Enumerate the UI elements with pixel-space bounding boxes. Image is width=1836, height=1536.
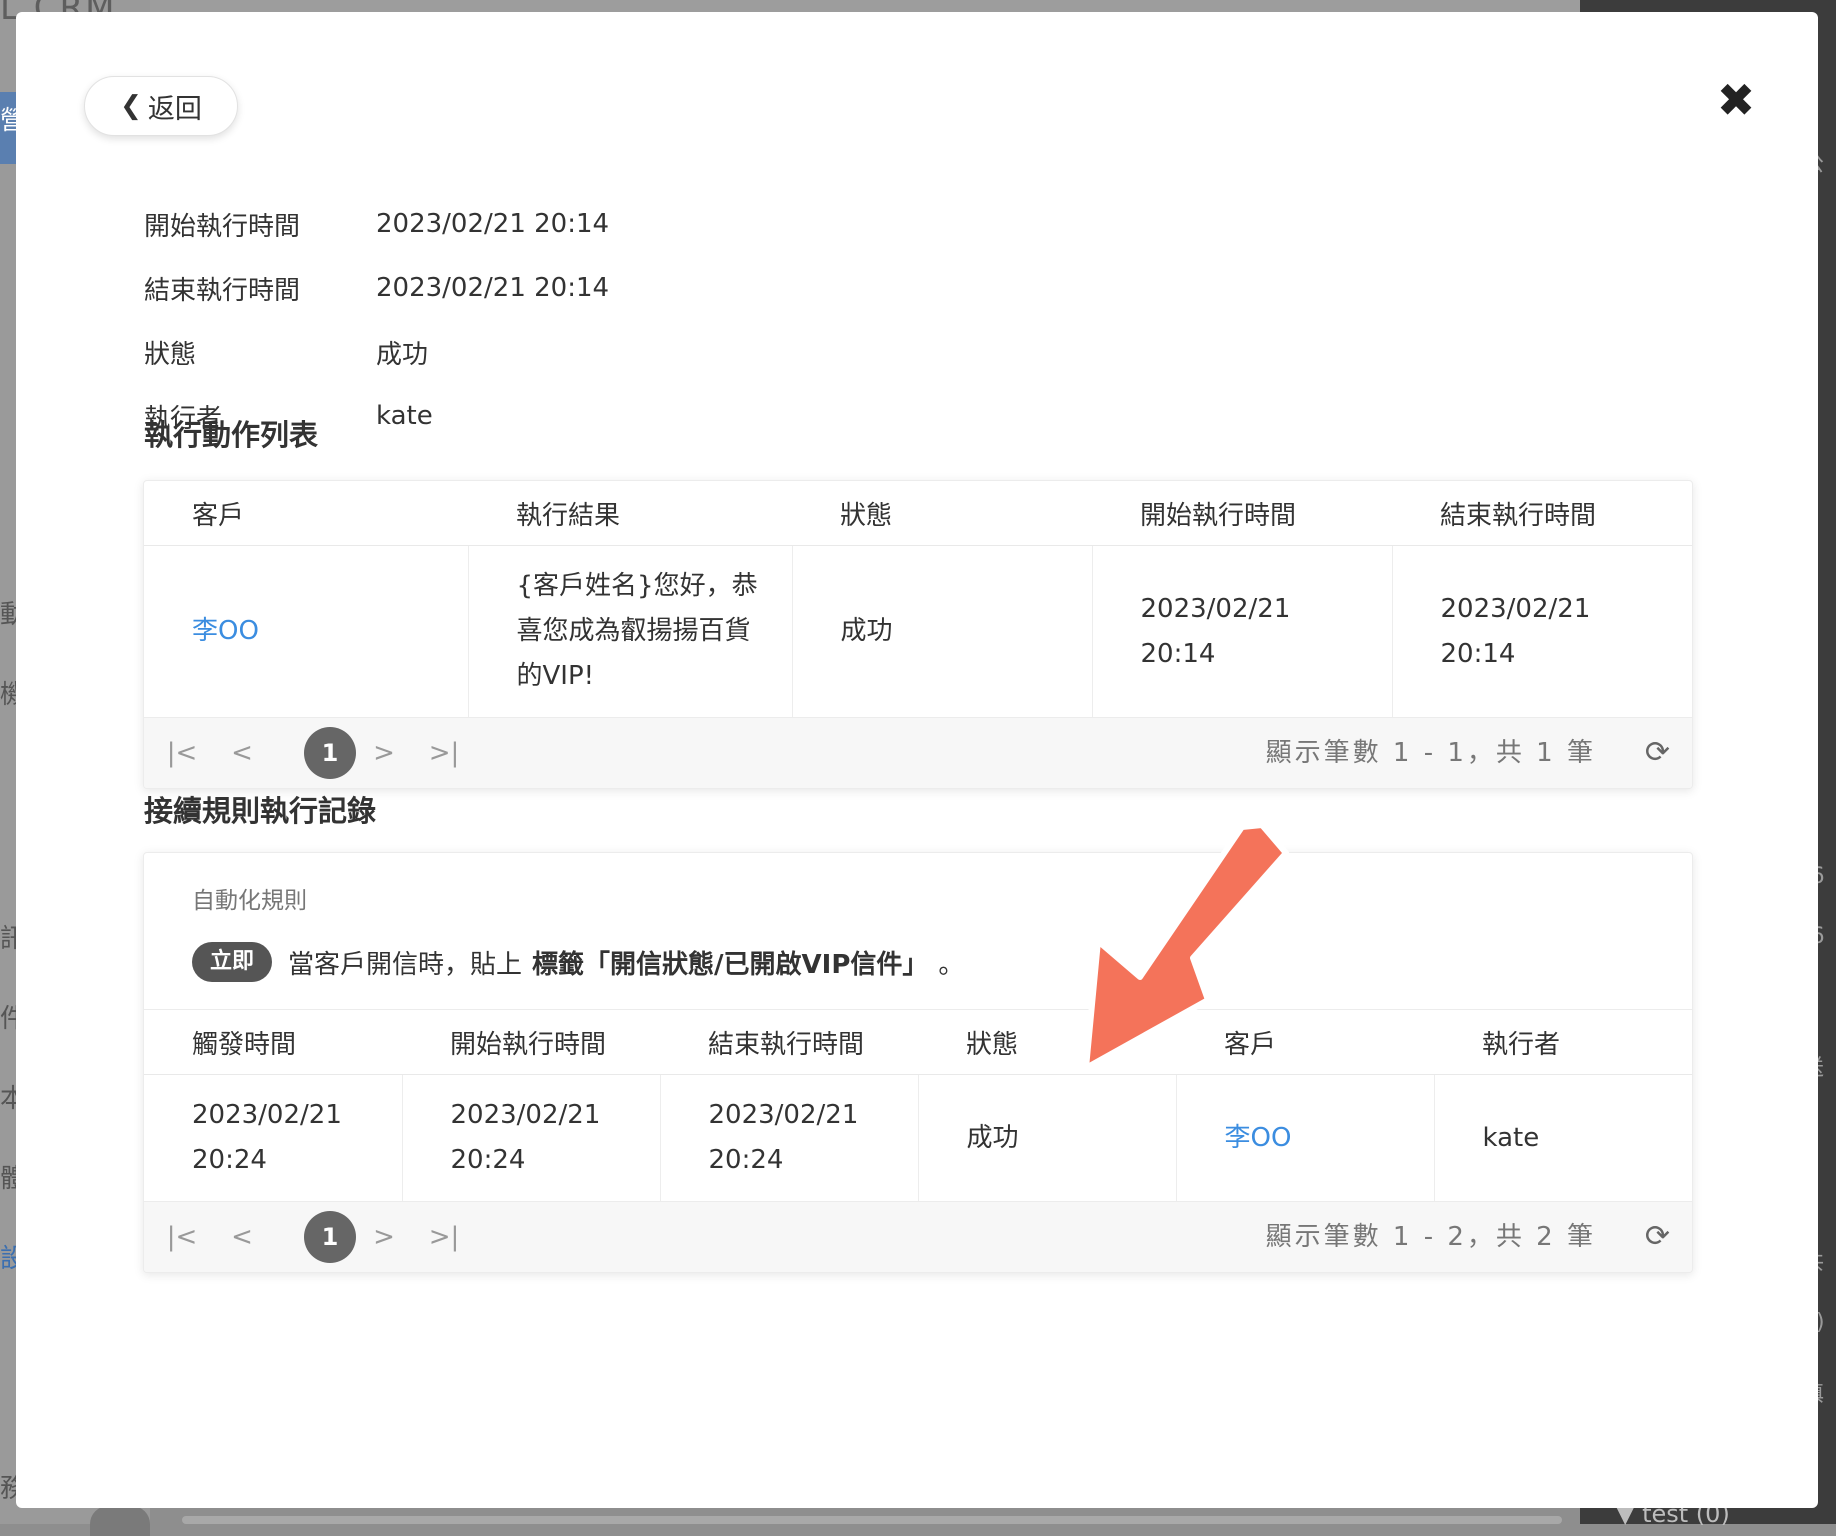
followup-card: 自動化規則 立即 當客戶開信時，貼上 標籤「開信狀態/已開啟VIP信件」 。 觸…: [143, 852, 1693, 1273]
followup-table: 觸發時間 開始執行時間 結束執行時間 狀態 客戶 執行者 2023/02/21 …: [144, 1010, 1692, 1201]
rule-text-end: 。: [938, 949, 965, 980]
close-icon[interactable]: ✖: [1714, 77, 1758, 123]
info-label: 狀態: [144, 339, 197, 370]
start-time-cell: 2023/02/21 20:24: [402, 1074, 661, 1201]
chevron-left-icon: ❮: [120, 91, 142, 121]
execution-detail-modal: ❮ 返回 ✖ 開始執行時間 2023/02/21 20:14 結束執行時間 20…: [16, 12, 1818, 1508]
customer-cell: 李OO: [1176, 1074, 1435, 1201]
prev-page-icon[interactable]: <: [224, 718, 260, 788]
followup-section-title: 接續規則執行記錄: [144, 794, 377, 828]
info-row-status: 狀態 成功: [144, 320, 609, 384]
column-header[interactable]: 開始執行時間: [402, 1010, 660, 1075]
actions-pager: |< < 1 > >| 顯示筆數 1 - 1，共 1 筆 ⟳: [144, 717, 1692, 788]
status-cell: 成功: [918, 1074, 1177, 1201]
followup-pager: |< < 1 > >| 顯示筆數 1 - 2，共 2 筆 ⟳: [144, 1201, 1692, 1272]
column-header[interactable]: 執行者: [1434, 1010, 1692, 1075]
execution-info: 開始執行時間 2023/02/21 20:14 結束執行時間 2023/02/2…: [144, 192, 609, 448]
pager-info: 顯示筆數 1 - 1，共 1 筆: [1265, 738, 1596, 768]
result-cell: {客戶姓名}您好，恭喜您成為叡揚揚百貨的VIP!: [468, 545, 793, 717]
prev-page-icon[interactable]: <: [224, 1202, 260, 1272]
background-scrollbar: [182, 1516, 1562, 1524]
info-value: 成功: [376, 339, 429, 370]
next-page-icon[interactable]: >: [366, 718, 402, 788]
refresh-icon[interactable]: ⟳: [1645, 718, 1670, 788]
next-page-icon[interactable]: >: [366, 1202, 402, 1272]
column-header[interactable]: 開始執行時間: [1092, 481, 1392, 546]
back-button[interactable]: ❮ 返回: [84, 76, 238, 136]
followup-table-wrap: 觸發時間 開始執行時間 結束執行時間 狀態 客戶 執行者 2023/02/21 …: [144, 1009, 1692, 1201]
customer-link[interactable]: 李OO: [192, 616, 259, 646]
column-header[interactable]: 狀態: [918, 1010, 1176, 1075]
table-row: 2023/02/21 20:24 2023/02/21 20:24 2023/0…: [144, 1074, 1692, 1201]
info-value: kate: [376, 401, 433, 431]
background-collapse-button: [90, 1506, 150, 1536]
status-cell: 成功: [792, 545, 1093, 717]
actions-section-title: 執行動作列表: [144, 418, 319, 452]
start-time-cell: 2023/02/21 20:14: [1092, 545, 1393, 717]
table-row: 李OO {客戶姓名}您好，恭喜您成為叡揚揚百貨的VIP! 成功 2023/02/…: [144, 545, 1692, 717]
end-time-cell: 2023/02/21 20:14: [1440, 593, 1591, 669]
info-row-start: 開始執行時間 2023/02/21 20:14: [144, 192, 609, 256]
executor-cell: kate: [1482, 1122, 1540, 1153]
first-page-icon[interactable]: |<: [164, 1202, 200, 1272]
rule-text: 當客戶開信時，貼上: [288, 949, 523, 980]
column-header[interactable]: 客戶: [144, 481, 468, 546]
rule-label: 自動化規則: [192, 888, 307, 914]
page-number[interactable]: 1: [304, 1211, 356, 1263]
back-button-label: 返回: [147, 93, 202, 125]
info-label: 開始執行時間: [144, 211, 301, 242]
end-time-cell: 2023/02/21 20:24: [660, 1074, 919, 1201]
first-page-icon[interactable]: |<: [164, 718, 200, 788]
actions-table-card: 客戶 執行結果 狀態 開始執行時間 結束執行時間 李OO {客戶姓名}您好，恭喜…: [143, 480, 1693, 789]
last-page-icon[interactable]: >|: [424, 1202, 464, 1272]
actions-table: 客戶 執行結果 狀態 開始執行時間 結束執行時間 李OO {客戶姓名}您好，恭喜…: [144, 481, 1692, 717]
info-value: 2023/02/21 20:14: [376, 273, 610, 303]
pager-info: 顯示筆數 1 - 2，共 2 筆: [1265, 1222, 1596, 1252]
customer-cell: 李OO: [144, 545, 469, 717]
column-header[interactable]: 狀態: [792, 481, 1092, 546]
info-value: 2023/02/21 20:14: [376, 209, 610, 239]
column-header[interactable]: 結束執行時間: [1392, 481, 1692, 546]
column-header[interactable]: 客戶: [1176, 1010, 1434, 1075]
column-header[interactable]: 結束執行時間: [660, 1010, 918, 1075]
customer-link[interactable]: 李OO: [1225, 1123, 1292, 1153]
table-header-row: 客戶 執行結果 狀態 開始執行時間 結束執行時間: [144, 481, 1692, 546]
table-header-row: 觸發時間 開始執行時間 結束執行時間 狀態 客戶 執行者: [144, 1010, 1692, 1075]
immediate-badge: 立即: [192, 942, 273, 982]
refresh-icon[interactable]: ⟳: [1645, 1202, 1670, 1272]
rule-description: 自動化規則 立即 當客戶開信時，貼上 標籤「開信狀態/已開啟VIP信件」 。: [144, 853, 1692, 987]
column-header[interactable]: 觸發時間: [144, 1010, 402, 1075]
info-row-end: 結束執行時間 2023/02/21 20:14: [144, 256, 609, 320]
rule-line: 立即 當客戶開信時，貼上 標籤「開信狀態/已開啟VIP信件」 。: [192, 937, 1644, 987]
rule-tag-text: 標籤「開信狀態/已開啟VIP信件」: [532, 949, 929, 980]
trigger-time-cell: 2023/02/21 20:24: [144, 1074, 403, 1201]
page-number[interactable]: 1: [304, 727, 356, 779]
last-page-icon[interactable]: >|: [424, 718, 464, 788]
info-label: 結束執行時間: [144, 275, 301, 306]
column-header[interactable]: 執行結果: [468, 481, 792, 546]
